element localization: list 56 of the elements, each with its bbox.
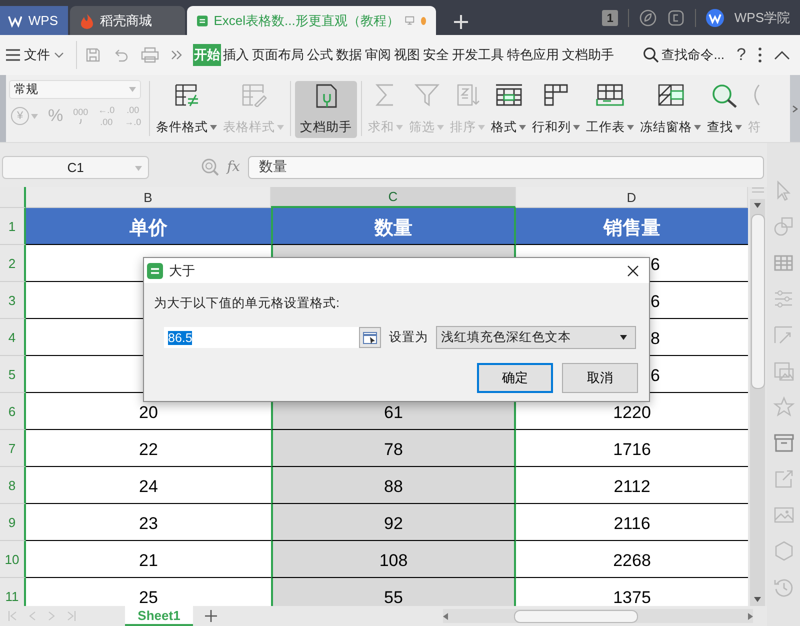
header-cell: 数量 — [271, 208, 516, 245]
menu-tab[interactable]: 插入 — [222, 44, 250, 66]
row-number[interactable]: 3 — [0, 282, 26, 319]
row-number[interactable]: 11 — [0, 578, 26, 606]
column-header[interactable]: D — [516, 187, 748, 208]
dialog-button[interactable]: 取消 — [562, 363, 638, 393]
table-cell: 108 — [271, 541, 516, 578]
column-header[interactable]: B — [26, 187, 271, 208]
table-cell: 78 — [271, 430, 516, 467]
command-search[interactable]: 查找命令... — [642, 46, 725, 64]
ribbon-button[interactable]: 文档助手 — [295, 81, 357, 138]
menu-tab[interactable]: 数据 — [335, 44, 363, 66]
row-number[interactable]: 9 — [0, 504, 26, 541]
menu-tab[interactable]: 页面布局 — [251, 44, 305, 66]
ribbon-button[interactable]: 格式 — [489, 81, 528, 138]
row-number[interactable]: 8 — [0, 467, 26, 504]
window-count-badge[interactable]: 1 — [602, 10, 618, 26]
ribbon-button[interactable]: 查找 — [705, 81, 744, 138]
header-cell: 销售量 — [516, 208, 748, 245]
ribbon-button[interactable]: 行和列 — [530, 81, 582, 138]
menu-tab[interactable]: 公式 — [306, 44, 334, 66]
name-box[interactable]: C1 — [2, 156, 149, 178]
dialog-prompt: 为大于以下值的单元格设置格式: — [154, 295, 340, 312]
menu-tab[interactable]: 文档助手 — [561, 44, 615, 66]
number-format-dropdown[interactable]: 常规 — [9, 80, 141, 99]
format-dropdown[interactable]: 浅红填充色深红色文本 — [436, 326, 636, 349]
header-cell: 单价 — [26, 208, 271, 245]
row-number[interactable]: 7 — [0, 430, 26, 467]
menu-tab[interactable]: 开发工具 — [451, 44, 505, 66]
ribbon-button[interactable]: 冻结窗格 — [638, 81, 703, 138]
menu-tab[interactable]: 审阅 — [364, 44, 392, 66]
format-label: 设置为 — [389, 329, 428, 346]
row-number[interactable]: 6 — [0, 393, 26, 430]
account-name[interactable]: WPS学院 — [734, 8, 790, 26]
formula-field[interactable]: 数量 — [248, 156, 764, 178]
tab[interactable]: WPS — [0, 6, 68, 35]
table-cell: 92 — [271, 504, 516, 541]
dialog-title: 大于 — [169, 262, 195, 280]
row-number[interactable]: 4 — [0, 319, 26, 356]
row-number[interactable]: 10 — [0, 541, 26, 578]
help-button[interactable]: ? — [736, 45, 746, 65]
row-number[interactable]: 2 — [0, 245, 26, 282]
dialog-button[interactable]: 确定 — [477, 363, 553, 393]
table-cell: 55 — [271, 578, 516, 606]
row-number[interactable]: 5 — [0, 356, 26, 393]
menu-tab[interactable]: 视图 — [393, 44, 421, 66]
row-number[interactable]: 1 — [0, 208, 26, 245]
ribbon-button[interactable]: 条件格式 — [154, 81, 219, 138]
tab[interactable]: 稻壳商城 — [70, 6, 185, 35]
ribbon-button[interactable]: 工作表 — [584, 81, 636, 138]
menu-tab[interactable]: 特色应用 — [506, 44, 560, 66]
file-menu[interactable]: 文件 — [20, 44, 68, 66]
value-field[interactable]: 86.5 — [164, 327, 381, 348]
table-cell: 88 — [271, 467, 516, 504]
column-header[interactable]: C — [271, 187, 516, 208]
menu-tab[interactable]: 安全 — [422, 44, 450, 66]
